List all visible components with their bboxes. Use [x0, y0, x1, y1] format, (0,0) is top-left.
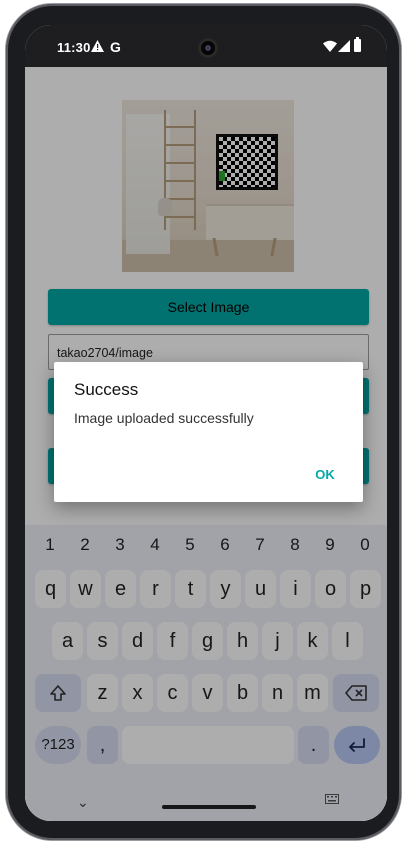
ok-button[interactable]: OK — [306, 463, 344, 487]
wifi-icon — [323, 40, 337, 52]
success-dialog: Success Image uploaded successfully OK — [54, 362, 363, 502]
front-camera — [198, 38, 218, 58]
dialog-message: Image uploaded successfully — [74, 410, 254, 426]
status-time: 11:30 — [57, 40, 91, 55]
dialog-title: Success — [74, 380, 139, 399]
google-icon: G — [110, 39, 121, 55]
phone-frame: 11:30 G Select Image takao2704/image 1 2… — [6, 4, 401, 840]
battery-icon — [354, 37, 361, 52]
status-bar: 11:30 G — [25, 25, 387, 67]
screen: 11:30 G Select Image takao2704/image 1 2… — [25, 25, 387, 821]
cell-signal-icon — [338, 40, 350, 52]
warning-icon — [91, 40, 104, 52]
